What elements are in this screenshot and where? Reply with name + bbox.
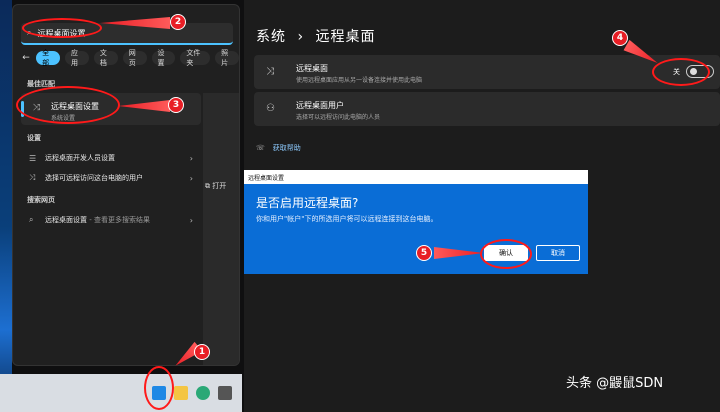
search-panel: ⌕ 远程桌面设置 ← 全部 应用 文档 网页 设置 文件夹 照片 最佳匹配 ⤨ … bbox=[12, 4, 240, 366]
settings-result-dev[interactable]: ☰ 远程桌面开发人员设置 › bbox=[21, 149, 197, 167]
filter-settings[interactable]: 设置 bbox=[151, 49, 176, 67]
watermark: 头条 @鼹鼠SDN bbox=[566, 376, 664, 391]
file-explorer-icon[interactable] bbox=[174, 386, 188, 400]
web-result-label: 远程桌面设置 - 查看更多搜索结果 bbox=[45, 216, 150, 224]
help-link[interactable]: ☏ 获取帮助 bbox=[256, 143, 301, 153]
filter-tabs: ← 全部 应用 文档 网页 设置 文件夹 照片 bbox=[21, 49, 239, 67]
breadcrumb-separator: › bbox=[297, 29, 305, 45]
annotation-ring-best-match bbox=[16, 86, 120, 124]
help-link-label: 获取帮助 bbox=[272, 144, 301, 152]
filter-photos[interactable]: 照片 bbox=[215, 49, 239, 67]
remote-desktop-subtitle: 使用远程桌面应用从另一设备连接并使用此电脑 bbox=[296, 77, 423, 84]
store-icon[interactable] bbox=[218, 386, 232, 400]
settings-result-label: 选择可远程访问这台电脑的用户 bbox=[45, 174, 143, 182]
dialog-heading: 是否启用远程桌面? bbox=[256, 196, 359, 210]
remote-users-title: 远程桌面用户 bbox=[296, 101, 344, 110]
settings-header: 设置 bbox=[27, 134, 41, 142]
cancel-button[interactable]: 取消 bbox=[536, 245, 580, 261]
annotation-ring-toggle bbox=[652, 58, 710, 86]
list-icon: ☰ bbox=[29, 153, 37, 163]
filter-apps[interactable]: 应用 bbox=[65, 49, 89, 67]
settings-result-label: 远程桌面开发人员设置 bbox=[45, 154, 115, 162]
web-header: 搜索网页 bbox=[27, 196, 55, 204]
annotation-ring-start bbox=[144, 366, 174, 410]
breadcrumb-current: 远程桌面 bbox=[315, 29, 376, 45]
annotation-badge-1: 1 bbox=[194, 344, 210, 360]
annotation-badge-4: 4 bbox=[612, 30, 628, 46]
remote-desktop-title: 远程桌面 bbox=[296, 64, 328, 73]
desktop-background bbox=[0, 0, 12, 412]
breadcrumb-parent[interactable]: 系统 bbox=[256, 29, 286, 45]
filter-all[interactable]: 全部 bbox=[36, 49, 60, 67]
annotation-badge-3: 3 bbox=[168, 97, 184, 113]
result-preview-pane: ⧉ 打开 bbox=[203, 93, 239, 365]
remote-desktop-icon: ⤨ bbox=[266, 66, 274, 77]
annotation-badge-5: 5 bbox=[416, 245, 432, 261]
annotation-ring-search bbox=[22, 18, 102, 38]
chevron-right-icon: › bbox=[189, 215, 193, 225]
remote-users-subtitle: 选择可以远程访问此电脑的人员 bbox=[296, 114, 381, 121]
settings-result-users[interactable]: ⤨ 选择可远程访问这台电脑的用户 › bbox=[21, 169, 197, 187]
annotation-ring-confirm bbox=[480, 239, 532, 269]
open-action[interactable]: ⧉ 打开 bbox=[205, 181, 226, 191]
chevron-right-icon: › bbox=[189, 173, 193, 183]
dialog-description: 你和用户"帐户"下的所选用户将可以远程连接到这台电脑。 bbox=[256, 215, 438, 223]
filter-docs[interactable]: 文档 bbox=[93, 49, 118, 67]
filter-folders[interactable]: 文件夹 bbox=[180, 49, 211, 67]
dialog-title: 远程桌面设置 bbox=[244, 170, 588, 184]
back-arrow-icon[interactable]: ← bbox=[21, 53, 31, 63]
web-result[interactable]: ⌕ 远程桌面设置 - 查看更多搜索结果 › bbox=[21, 211, 197, 229]
remote-desktop-icon: ⤨ bbox=[29, 173, 36, 182]
users-icon: ⚇ bbox=[266, 103, 275, 114]
chevron-right-icon: › bbox=[189, 153, 193, 163]
filter-web[interactable]: 网页 bbox=[122, 49, 147, 67]
page-title: 系统 › 远程桌面 bbox=[256, 26, 376, 46]
edge-icon[interactable] bbox=[196, 386, 210, 400]
search-icon: ⌕ bbox=[29, 215, 34, 224]
confirm-dialog: 远程桌面设置 是否启用远程桌面? 你和用户"帐户"下的所选用户将可以远程连接到这… bbox=[244, 170, 588, 274]
annotation-badge-2: 2 bbox=[170, 14, 186, 30]
help-icon: ☏ bbox=[256, 144, 265, 152]
remote-users-card[interactable]: ⚇ 远程桌面用户 选择可以远程访问此电脑的人员 bbox=[254, 92, 720, 126]
